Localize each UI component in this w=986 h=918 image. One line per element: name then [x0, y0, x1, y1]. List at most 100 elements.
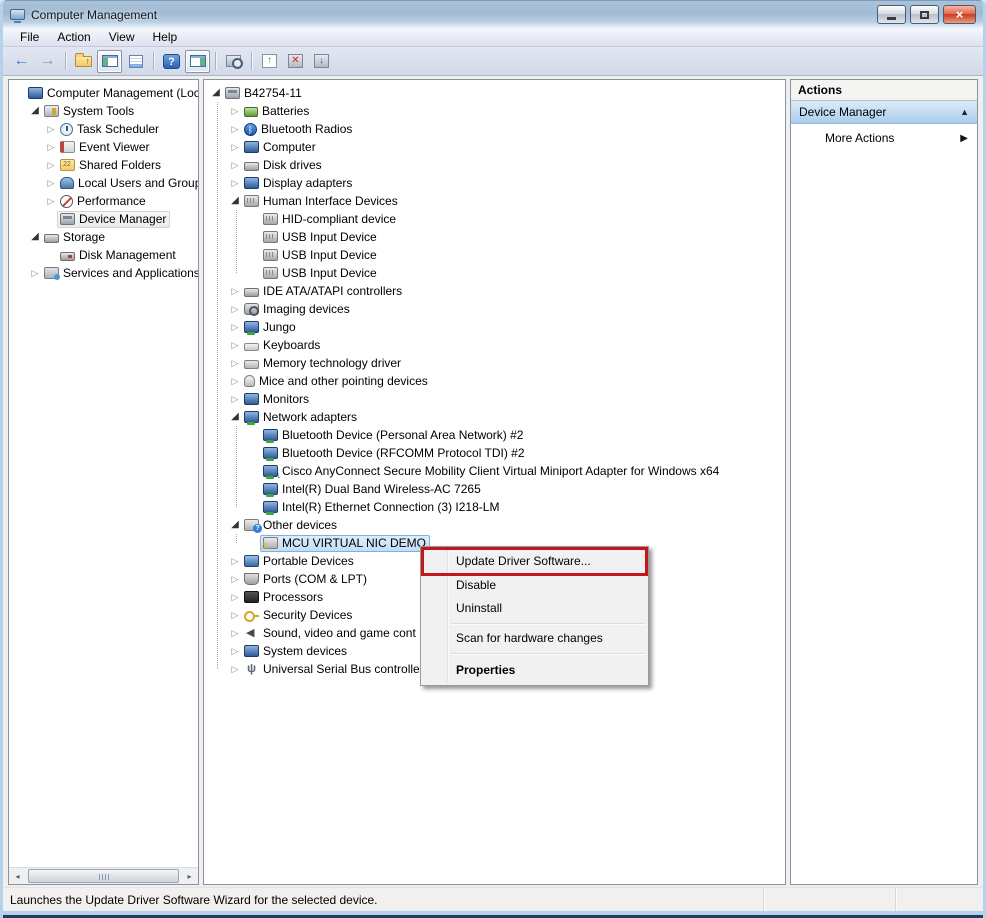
help-button[interactable]: ?: [159, 50, 184, 73]
expand-arrow[interactable]: ▷: [229, 660, 241, 678]
expand-arrow[interactable]: ◢: [29, 102, 41, 120]
expand-arrow[interactable]: ▷: [229, 390, 241, 408]
context-menu-item-uninstall[interactable]: Uninstall: [423, 597, 646, 620]
context-menu-item-properties[interactable]: Properties: [423, 657, 646, 683]
expand-arrow[interactable]: ▷: [229, 282, 241, 300]
up-folder-button[interactable]: [71, 50, 96, 73]
tree-row[interactable]: ◢ B42754-11: [204, 84, 785, 102]
tree-row[interactable]: ▷ Batteries: [204, 102, 785, 120]
expand-arrow[interactable]: ◢: [229, 408, 241, 426]
scroll-right-button[interactable]: ▸: [181, 868, 198, 884]
expand-arrow[interactable]: ▷: [45, 192, 57, 210]
expand-arrow[interactable]: ▷: [229, 300, 241, 318]
expand-arrow[interactable]: ▷: [229, 606, 241, 624]
expand-arrow[interactable]: ▷: [229, 120, 241, 138]
tree-row[interactable]: ▷ Local Users and Groups: [9, 174, 198, 192]
collapse-section-icon[interactable]: ▲: [960, 107, 969, 117]
expand-arrow[interactable]: ◢: [229, 516, 241, 534]
tree-row[interactable]: ▷ Task Scheduler: [9, 120, 198, 138]
expand-arrow[interactable]: ▷: [229, 552, 241, 570]
menu-file[interactable]: File: [11, 28, 48, 47]
tree-row[interactable]: ▷ Jungo: [204, 318, 785, 336]
scrollbar-thumb[interactable]: [28, 869, 179, 883]
maximize-button[interactable]: [910, 5, 939, 24]
forward-button[interactable]: →: [35, 50, 60, 73]
scroll-left-button[interactable]: ◂: [9, 868, 26, 884]
tree-row[interactable]: Bluetooth Device (Personal Area Network)…: [204, 426, 785, 444]
expand-arrow[interactable]: ▷: [229, 336, 241, 354]
scan-hardware-button[interactable]: ↓: [309, 50, 334, 73]
find-computer-button[interactable]: [221, 50, 246, 73]
hid-icon: [263, 231, 278, 243]
show-action-pane-button[interactable]: [185, 50, 210, 73]
tree-row[interactable]: ▷ Disk drives: [204, 156, 785, 174]
expand-arrow[interactable]: ▷: [229, 642, 241, 660]
horizontal-scrollbar[interactable]: ◂ ▸: [9, 867, 198, 884]
tree-row[interactable]: ▷ Imaging devices: [204, 300, 785, 318]
back-button[interactable]: ←: [9, 50, 34, 73]
tree-row[interactable]: ◢ Human Interface Devices: [204, 192, 785, 210]
menu-view[interactable]: View: [100, 28, 144, 47]
expand-arrow[interactable]: ▷: [45, 174, 57, 192]
tree-row[interactable]: Bluetooth Device (RFCOMM Protocol TDI) #…: [204, 444, 785, 462]
minimize-button[interactable]: [877, 5, 906, 24]
context-menu-item-update-driver-software[interactable]: Update Driver Software...: [423, 549, 646, 574]
expand-arrow[interactable]: ◢: [29, 228, 41, 246]
tree-row[interactable]: Cisco AnyConnect Secure Mobility Client …: [204, 462, 785, 480]
expand-arrow[interactable]: ▷: [229, 174, 241, 192]
tree-row[interactable]: ▷ Bluetooth Radios: [204, 120, 785, 138]
context-menu-item-disable[interactable]: Disable: [423, 574, 646, 597]
tree-row[interactable]: ▷ Keyboards: [204, 336, 785, 354]
expand-arrow[interactable]: ▷: [229, 588, 241, 606]
expand-arrow[interactable]: ▷: [229, 372, 241, 390]
expand-arrow[interactable]: ▷: [229, 624, 241, 642]
tree-row[interactable]: ▷ Memory technology driver: [204, 354, 785, 372]
expand-arrow[interactable]: ◢: [229, 192, 241, 210]
expand-arrow[interactable]: ▷: [229, 138, 241, 156]
tree-row[interactable]: USB Input Device: [204, 228, 785, 246]
expand-arrow[interactable]: ▷: [229, 570, 241, 588]
tree-row[interactable]: ▷ Shared Folders: [9, 156, 198, 174]
tree-row[interactable]: ▷ Mice and other pointing devices: [204, 372, 785, 390]
more-actions-item[interactable]: More Actions ▶: [791, 124, 977, 152]
expand-arrow[interactable]: ▷: [229, 318, 241, 336]
tree-row[interactable]: ▷ Event Viewer: [9, 138, 198, 156]
tree-row-label: Local Users and Groups: [78, 176, 199, 190]
actions-section-device-manager[interactable]: Device Manager ▲: [791, 101, 977, 124]
tree-row[interactable]: ▷ Monitors: [204, 390, 785, 408]
menu-help[interactable]: Help: [144, 28, 187, 47]
show-console-tree-button[interactable]: [97, 50, 122, 73]
tree-row[interactable]: Device Manager: [9, 210, 198, 228]
tree-row[interactable]: ▷ Display adapters: [204, 174, 785, 192]
tree-row[interactable]: Computer Management (Local: [9, 84, 198, 102]
tree-row[interactable]: ▷ IDE ATA/ATAPI controllers: [204, 282, 785, 300]
expand-arrow[interactable]: ▷: [229, 102, 241, 120]
menu-action[interactable]: Action: [48, 28, 99, 47]
export-list-button[interactable]: [123, 50, 148, 73]
tree-row[interactable]: ◢ Storage: [9, 228, 198, 246]
close-button[interactable]: ×: [943, 5, 976, 24]
tree-row[interactable]: USB Input Device: [204, 264, 785, 282]
expand-arrow[interactable]: ▷: [29, 264, 41, 282]
tree-row[interactable]: ◢ Network adapters: [204, 408, 785, 426]
tree-row[interactable]: Disk Management: [9, 246, 198, 264]
tree-row[interactable]: Intel(R) Ethernet Connection (3) I218-LM: [204, 498, 785, 516]
tree-row[interactable]: ◢ System Tools: [9, 102, 198, 120]
tree-row[interactable]: ▷ Services and Applications: [9, 264, 198, 282]
expand-arrow[interactable]: ◢: [210, 84, 222, 102]
tree-row[interactable]: USB Input Device: [204, 246, 785, 264]
tree-row[interactable]: Intel(R) Dual Band Wireless-AC 7265: [204, 480, 785, 498]
expand-arrow[interactable]: ▷: [45, 120, 57, 138]
uninstall-device-button[interactable]: ✕: [283, 50, 308, 73]
tree-row[interactable]: ▷ Computer: [204, 138, 785, 156]
tree-row[interactable]: ▷ Performance: [9, 192, 198, 210]
expand-arrow[interactable]: ▷: [229, 354, 241, 372]
expand-arrow[interactable]: ▷: [45, 138, 57, 156]
status-segment: [895, 888, 983, 911]
update-driver-button[interactable]: ↑: [257, 50, 282, 73]
context-menu-item-scan-for-hardware-changes[interactable]: Scan for hardware changes: [423, 627, 646, 650]
tree-row[interactable]: ◢ Other devices: [204, 516, 785, 534]
expand-arrow[interactable]: ▷: [45, 156, 57, 174]
expand-arrow[interactable]: ▷: [229, 156, 241, 174]
tree-row[interactable]: HID-compliant device: [204, 210, 785, 228]
